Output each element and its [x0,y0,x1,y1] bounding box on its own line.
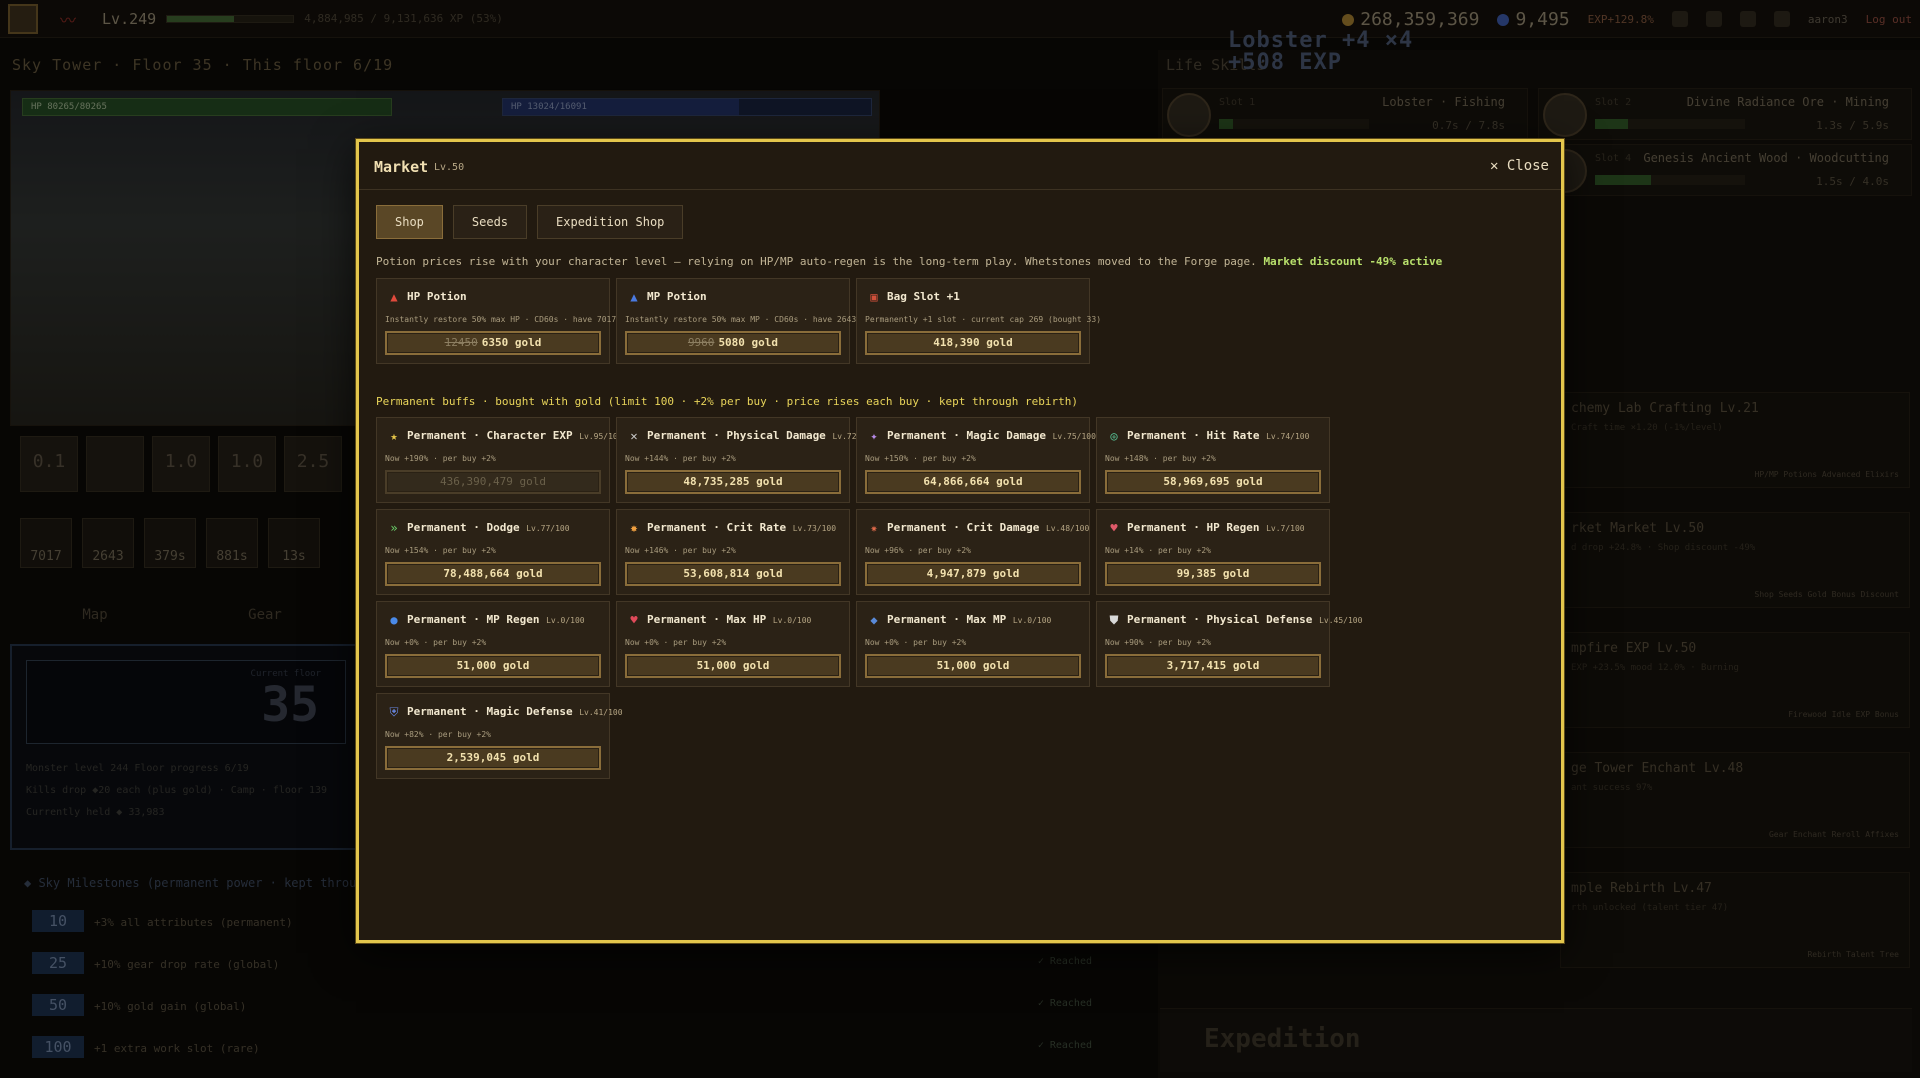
magic-shield-icon: ⛨ [389,705,399,719]
buy-button[interactable]: 53,608,814 gold [625,562,841,586]
market-tabs: Shop Seeds Expedition Shop [376,205,684,239]
crit-damage-icon: ✷ [870,521,878,535]
target-icon: ◎ [1110,429,1118,443]
buy-button[interactable]: 58,969,695 gold [1105,470,1321,494]
market-level: Lv.50 [434,162,465,173]
mp-regen-icon: ● [390,613,398,627]
tab-seeds[interactable]: Seeds [452,205,528,239]
shop-item-card: ▲ HP Potion Instantly restore 50% max HP… [376,278,616,364]
mp-potion-icon: ▲ [630,290,638,304]
buff-card: ● Permanent · MP Regen Lv.0/100 Now +0% … [376,601,610,687]
buff-card: ✸ Permanent · Crit Rate Lv.73/100 Now +1… [616,509,850,595]
buy-button[interactable]: 51,000 gold [625,654,841,678]
buy-button[interactable]: 64,866,664 gold [865,470,1081,494]
sparkle-icon: ✦ [870,429,878,443]
market-note: Potion prices rise with your character l… [376,255,1443,268]
discount-badge: Market discount -49% active [1263,255,1443,268]
dodge-icon: » [390,521,398,535]
permanent-buffs-heading: Permanent buffs · bought with gold (limi… [376,395,1078,408]
buy-button[interactable]: 99,385 gold [1105,562,1321,586]
buff-card: ✕ Permanent · Physical Damage Lv.72/100 … [616,417,876,503]
crit-icon: ✸ [630,521,638,535]
heart-icon: ♥ [630,613,638,627]
shop-item-card: ▣ Bag Slot +1 Permanently +1 slot · curr… [856,278,1101,364]
buy-button[interactable]: 418,390 gold [865,331,1081,355]
buff-card: ✦ Permanent · Magic Damage Lv.75/100 Now… [856,417,1096,503]
buy-button[interactable]: 51,000 gold [865,654,1081,678]
buy-button[interactable]: 51,000 gold [385,654,601,678]
buff-card: ✷ Permanent · Crit Damage Lv.48/100 Now … [856,509,1090,595]
hp-potion-icon: ▲ [390,290,398,304]
modal-header: Market Lv.50 ✕ Close [359,142,1561,190]
buff-card: » Permanent · Dodge Lv.77/100 Now +154% … [376,509,610,595]
buff-card: ♥ Permanent · Max HP Lv.0/100 Now +0% · … [616,601,850,687]
close-button[interactable]: ✕ Close [1490,158,1549,174]
tab-expedition-shop[interactable]: Expedition Shop [537,205,684,239]
tab-shop[interactable]: Shop [376,205,443,239]
buff-card: ⛨ Permanent · Magic Defense Lv.41/100 No… [376,693,623,779]
buy-button[interactable]: 436,390,479 gold [385,470,601,494]
buy-button[interactable]: 9960 5080 gold [625,331,841,355]
star-icon: ★ [390,429,398,443]
buy-button[interactable]: 12450 6350 gold [385,331,601,355]
buy-button[interactable]: 78,488,664 gold [385,562,601,586]
buy-button[interactable]: 48,735,285 gold [625,470,841,494]
modal-title: Market [374,158,429,176]
buy-button[interactable]: 3,717,415 gold [1105,654,1321,678]
swords-icon: ✕ [630,429,638,443]
buff-card: ♥ Permanent · HP Regen Lv.7/100 Now +14%… [1096,509,1330,595]
buff-card: ⛊ Permanent · Physical Defense Lv.45/100… [1096,601,1362,687]
heart-regen-icon: ♥ [1110,521,1118,535]
market-modal: Market Lv.50 ✕ Close Shop Seeds Expediti… [356,139,1564,943]
buy-button[interactable]: 4,947,879 gold [865,562,1081,586]
shop-item-card: ▲ MP Potion Instantly restore 50% max MP… [616,278,856,364]
bag-icon: ▣ [870,290,878,304]
buff-card: ◆ Permanent · Max MP Lv.0/100 Now +0% · … [856,601,1090,687]
buy-button[interactable]: 2,539,045 gold [385,746,601,770]
buff-card: ◎ Permanent · Hit Rate Lv.74/100 Now +14… [1096,417,1330,503]
shield-icon: ⛊ [1109,613,1119,627]
buff-card: ★ Permanent · Character EXP Lv.95/100 No… [376,417,623,503]
diamond-icon: ◆ [870,613,878,627]
